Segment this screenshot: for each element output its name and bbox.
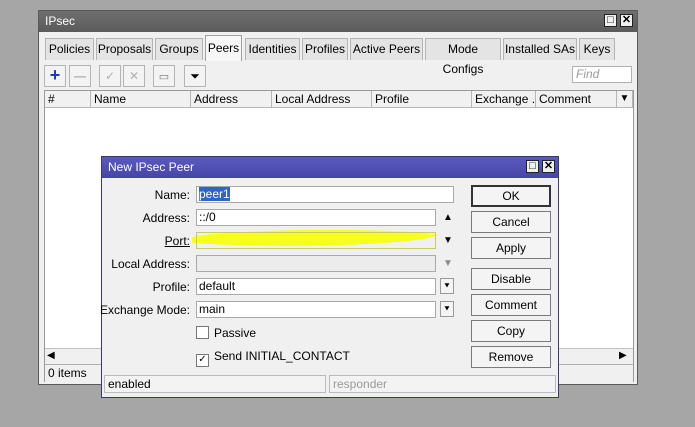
column-header[interactable]: Profile [372,91,472,108]
tab-profiles[interactable]: Profiles [302,38,348,60]
columns-menu-icon[interactable]: ▼ [617,91,633,108]
column-header[interactable]: Exchange ... [472,91,536,108]
tab-mode-configs[interactable]: Mode Configs [425,38,501,76]
local-address-field[interactable] [196,255,436,272]
profile-select[interactable]: default [196,278,436,295]
scroll-left-icon[interactable]: ◀ [47,350,55,361]
filter-button[interactable]: ⏷ [184,65,206,87]
close-button[interactable]: ✕ [542,160,555,173]
check-icon: ✓ [104,69,116,83]
disable-item-button[interactable]: ✕ [123,65,145,87]
column-header[interactable]: Address [191,91,272,108]
maximize-button[interactable]: □ [604,14,617,27]
status-enabled: enabled [104,375,326,393]
comment-item-button[interactable]: ▭ [153,65,175,87]
dialog-title: New IPsec Peer [108,160,195,174]
local-address-label: Local Address: [111,257,190,271]
new-peer-dialog: New IPsec Peer □ ✕ Name: peer1 Address: … [100,156,559,398]
maximize-button[interactable]: □ [526,160,539,173]
enable-button[interactable]: ✓ [99,65,121,87]
cancel-button[interactable]: Cancel [471,211,551,233]
port-field[interactable] [196,232,436,249]
column-header[interactable]: # [45,91,91,108]
add-button[interactable]: + [44,65,66,87]
address-collapse-icon[interactable]: ▲ [442,212,454,224]
name-label: Name: [154,188,190,202]
passive-label: Passive [214,326,257,340]
exchange-mode-label: Exchange Mode: [99,303,190,317]
close-button[interactable]: ✕ [620,14,633,27]
tab-peers[interactable]: Peers [205,35,242,61]
remove-item-button[interactable]: — [69,65,91,87]
port-label: Port: [164,234,190,248]
tab-active-peers[interactable]: Active Peers [350,38,423,60]
copy-button[interactable]: Copy [471,320,551,342]
scroll-right-icon[interactable]: ▶ [619,350,627,361]
local-address-expand-icon[interactable]: ▼ [442,258,454,270]
find-input[interactable]: Find [572,66,632,83]
exchange-mode-dropdown-icon[interactable]: ⯆ [440,301,454,317]
cross-icon: ✕ [128,69,140,83]
profile-label: Profile: [152,280,190,294]
plus-icon: + [49,65,61,85]
column-header[interactable]: Local Address [272,91,372,108]
tab-keys[interactable]: Keys [579,38,615,60]
ipsec-title: IPsec [45,14,76,28]
peer-title-bar[interactable]: New IPsec Peer □ ✕ [102,157,558,178]
minus-icon: — [74,69,86,83]
filter-icon: ⏷ [190,69,200,83]
tab-proposals[interactable]: Proposals [96,38,153,60]
exchange-mode-select[interactable]: main [196,301,436,318]
profile-dropdown-icon[interactable]: ⯆ [440,278,454,294]
disable-button[interactable]: Disable [471,268,551,290]
apply-button[interactable]: Apply [471,237,551,259]
status-responder: responder [329,375,556,393]
passive-checkbox[interactable]: Passive [196,325,256,341]
tab-installed-sas[interactable]: Installed SAs [503,38,577,60]
remove-button[interactable]: Remove [471,346,551,368]
tab-identities[interactable]: Identities [245,38,300,60]
port-expand-icon[interactable]: ▼ [442,235,454,247]
ipsec-title-bar[interactable]: IPsec □ ✕ [39,11,637,32]
send-initial-contact-checkbox[interactable]: ✓ Send INITIAL_CONTACT [196,348,350,367]
tab-groups[interactable]: Groups [155,38,203,60]
column-header[interactable]: Name [91,91,191,108]
send-initial-contact-box[interactable]: ✓ [196,354,209,367]
note-icon: ▭ [158,71,170,83]
name-field[interactable]: peer1 [196,186,454,203]
send-initial-contact-label: Send INITIAL_CONTACT [214,349,350,363]
name-value: peer1 [199,187,230,201]
comment-button[interactable]: Comment [471,294,551,316]
address-field[interactable]: ::/0 [196,209,436,226]
column-header[interactable]: Comment [536,91,617,108]
ok-button[interactable]: OK [471,185,551,207]
tab-policies[interactable]: Policies [45,38,94,60]
passive-box[interactable] [196,326,209,339]
address-label: Address: [142,211,190,225]
